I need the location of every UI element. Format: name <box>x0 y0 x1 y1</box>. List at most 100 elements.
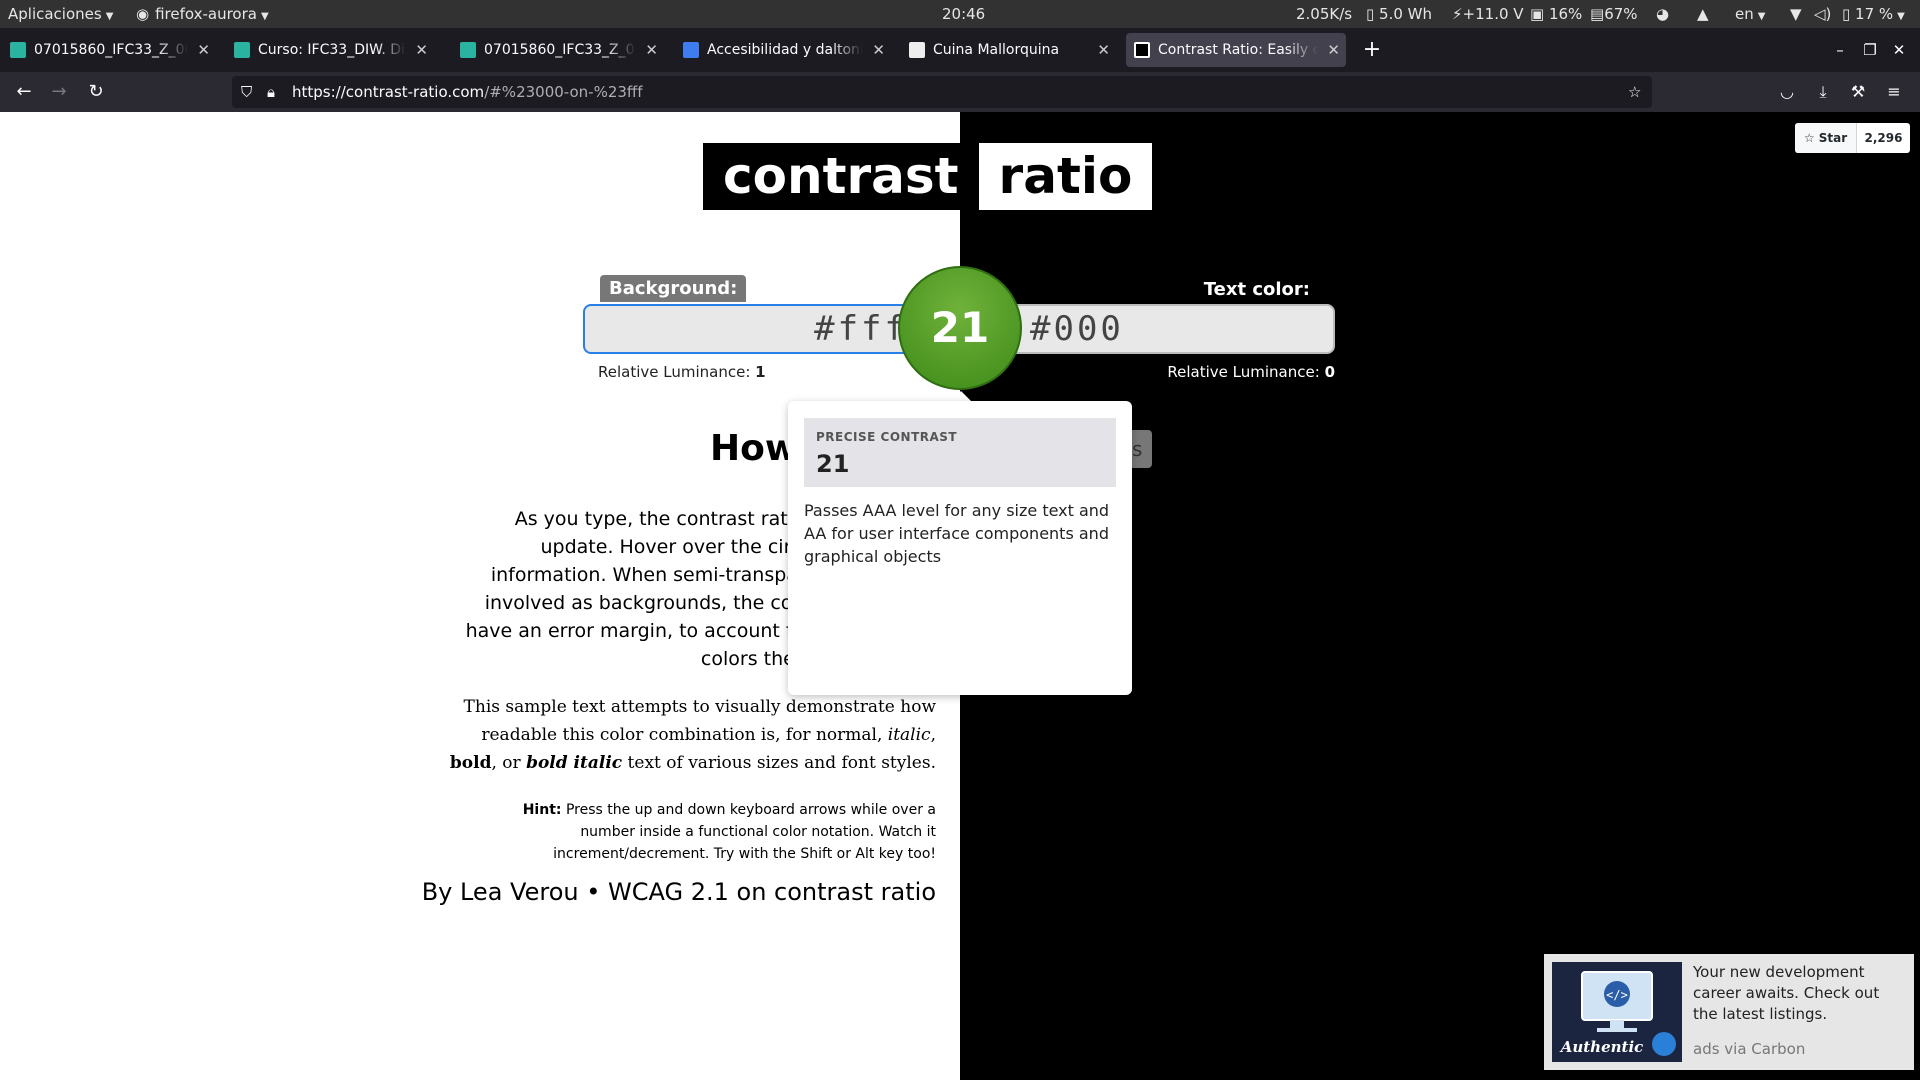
tab-label: Accesibilidad y daltonismo <box>707 42 863 58</box>
close-icon[interactable]: ✕ <box>1097 33 1110 67</box>
url-bar[interactable]: ⛉ 🔒︎ https://contrast-ratio.com/#%23000-… <box>232 76 1652 108</box>
language-menu[interactable]: en ▼ <box>1735 0 1765 28</box>
tab-label: 07015860_IFC33_Z_0615 <box>34 42 188 58</box>
tray-icon-1[interactable]: ◕ <box>1656 0 1669 28</box>
wrench-icon[interactable]: ⚒ <box>1844 78 1872 106</box>
bookmark-star-icon[interactable]: ☆ <box>1628 76 1641 108</box>
apps-menu-label: Aplicaciones <box>8 5 102 23</box>
luminance-value: 1 <box>755 363 766 381</box>
hint-text: Press the up and down keyboard arrows wh… <box>553 802 936 862</box>
computer-monitor-icon: </> Authentic <box>1552 962 1682 1062</box>
wcag-pass-description: Passes AAA level for any size text and A… <box>804 501 1110 566</box>
luminance-label: Relative Luminance: <box>1167 363 1320 381</box>
close-icon[interactable]: ✕ <box>415 33 428 67</box>
tab-label: Cuina Mallorquina <box>933 42 1060 58</box>
tray-icon-2[interactable]: ▲ <box>1697 0 1709 28</box>
carbon-ad[interactable]: </> Authentic Your new development caree… <box>1544 954 1914 1070</box>
svg-text:</>: </> <box>1606 988 1628 1002</box>
tab-favicon <box>460 42 476 58</box>
hint-paragraph: Hint: Press the up and down keyboard arr… <box>480 799 936 865</box>
cpu-icon: ▣ <box>1530 5 1545 23</box>
svg-text:Authentic: Authentic <box>1559 1038 1644 1056</box>
caret-down-icon: ▼ <box>260 11 269 22</box>
sample-bold: bold <box>449 753 492 773</box>
tab-favicon <box>909 42 925 58</box>
battery-indicator[interactable]: ▯ 17 % ▼ <box>1842 0 1905 28</box>
battery-energy-icon: ▯ <box>1366 5 1375 23</box>
star-label: Star <box>1818 131 1848 145</box>
url-host: https://contrast-ratio.com <box>292 83 485 101</box>
os-top-bar: Aplicaciones ▼ ◉ firefox-aurora ▼ 20:46 2.0… <box>0 0 1920 28</box>
apps-menu[interactable]: Aplicaciones ▼ <box>8 0 113 28</box>
minimize-icon[interactable]: – <box>1830 34 1850 66</box>
tab-5[interactable]: Cuina Mallorquina ✕ <box>901 33 1116 67</box>
app-menu[interactable]: ◉ firefox-aurora ▼ <box>136 0 269 28</box>
back-arrow-icon[interactable]: ← <box>10 78 38 106</box>
site-logo: contrast ratio <box>703 143 1153 210</box>
hamburger-menu-icon[interactable]: ≡ <box>1880 78 1908 106</box>
github-star-button[interactable]: ☆ Star <box>1795 123 1857 153</box>
tab-1[interactable]: 07015860_IFC33_Z_0615 ✕ <box>2 33 216 67</box>
tab-favicon <box>1134 42 1150 58</box>
heading-button-partial[interactable]: s <box>1132 430 1152 468</box>
forward-arrow-icon[interactable]: → <box>45 78 73 106</box>
text-color-label: Text color: <box>1203 279 1310 300</box>
tab-2[interactable]: Curso: IFC33_DIW. Diseño ✕ <box>226 33 434 67</box>
how-heading: How <box>710 428 799 469</box>
cpu-indicator: ▣ 16% <box>1530 0 1582 28</box>
tab-3[interactable]: 07015860_IFC33_Z_0615 ✕ <box>452 33 664 67</box>
tab-6-active[interactable]: Contrast Ratio: Easily calculate ✕ <box>1126 33 1346 67</box>
download-icon[interactable]: ⤓ <box>1809 78 1837 106</box>
shield-icon[interactable]: ⛉ <box>241 76 252 108</box>
voltage-value: +11.0 V <box>1462 5 1524 23</box>
ad-image[interactable]: </> Authentic <box>1552 962 1682 1062</box>
navigation-toolbar: ← → ↻ ⛉ 🔒︎ https://contrast-ratio.com/#%… <box>0 72 1920 112</box>
sample-text-part: This sample text attempts to visually de… <box>463 697 936 745</box>
wcag-link[interactable]: WCAG 2.1 on contrast ratio <box>608 878 936 906</box>
text-color-value[interactable]: #000 <box>1030 306 1124 352</box>
tab-favicon <box>10 42 26 58</box>
energy-value: 5.0 Wh <box>1379 5 1433 23</box>
tab-label: 07015860_IFC33_Z_0615 <box>484 42 636 58</box>
tab-strip: 07015860_IFC33_Z_0615 ✕ Curso: IFC33_DIW… <box>0 28 1920 72</box>
tab-label: Curso: IFC33_DIW. Diseño <box>258 42 406 58</box>
app-name: firefox-aurora <box>155 5 257 23</box>
wifi-icon[interactable]: ▼ <box>1790 0 1802 28</box>
caret-down-icon: ▼ <box>105 11 114 22</box>
background-color-value[interactable]: #fff <box>814 306 908 352</box>
pocket-icon[interactable]: ◡ <box>1773 78 1801 106</box>
close-icon[interactable]: ✕ <box>1327 33 1340 67</box>
ad-text[interactable]: Your new development career awaits. Chec… <box>1693 962 1908 1025</box>
memory-value: 67% <box>1604 5 1638 23</box>
tab-favicon <box>683 42 699 58</box>
tab-4[interactable]: Accesibilidad y daltonismo ✕ <box>675 33 891 67</box>
luminance-label: Relative Luminance: <box>598 363 751 381</box>
reload-icon[interactable]: ↻ <box>82 78 110 106</box>
hint-label: Hint: <box>522 802 562 818</box>
star-count[interactable]: 2,296 <box>1857 123 1910 153</box>
url-path: /#%23000-on-%23fff <box>484 83 643 101</box>
close-window-icon[interactable]: ✕ <box>1889 34 1909 66</box>
new-tab-button[interactable]: + <box>1358 34 1386 66</box>
restore-icon[interactable]: ❐ <box>1860 34 1880 66</box>
contrast-ratio-circle[interactable]: 21 <box>898 266 1022 390</box>
github-star-widget[interactable]: ☆ Star 2,296 <box>1795 123 1910 153</box>
author-link[interactable]: By Lea Verou <box>422 878 579 906</box>
close-icon[interactable]: ✕ <box>645 33 658 67</box>
ad-via-carbon[interactable]: ads via Carbon <box>1693 1040 1805 1058</box>
memory-indicator: ▤67% <box>1590 0 1638 28</box>
net-speed: 2.05K/s <box>1296 5 1353 23</box>
close-icon[interactable]: ✕ <box>197 33 210 67</box>
lock-icon[interactable]: 🔒︎ <box>267 76 275 108</box>
close-icon[interactable]: ✕ <box>872 33 885 67</box>
memory-icon: ▤ <box>1590 5 1605 23</box>
page-content: contrast ratio ☆ Star 2,296 Background: … <box>0 112 1920 1080</box>
sample-text-part: text of various sizes and font styles. <box>622 753 936 773</box>
precise-contrast-label: PRECISE CONTRAST <box>816 430 958 444</box>
tab-favicon <box>234 42 250 58</box>
volume-icon[interactable]: ◁) <box>1814 0 1831 28</box>
url-text[interactable]: https://contrast-ratio.com/#%23000-on-%2… <box>292 76 643 108</box>
caret-down-icon: ▼ <box>1757 11 1766 22</box>
clock[interactable]: 20:46 <box>942 0 985 28</box>
tab-label: Contrast Ratio: Easily calculate <box>1158 42 1318 58</box>
